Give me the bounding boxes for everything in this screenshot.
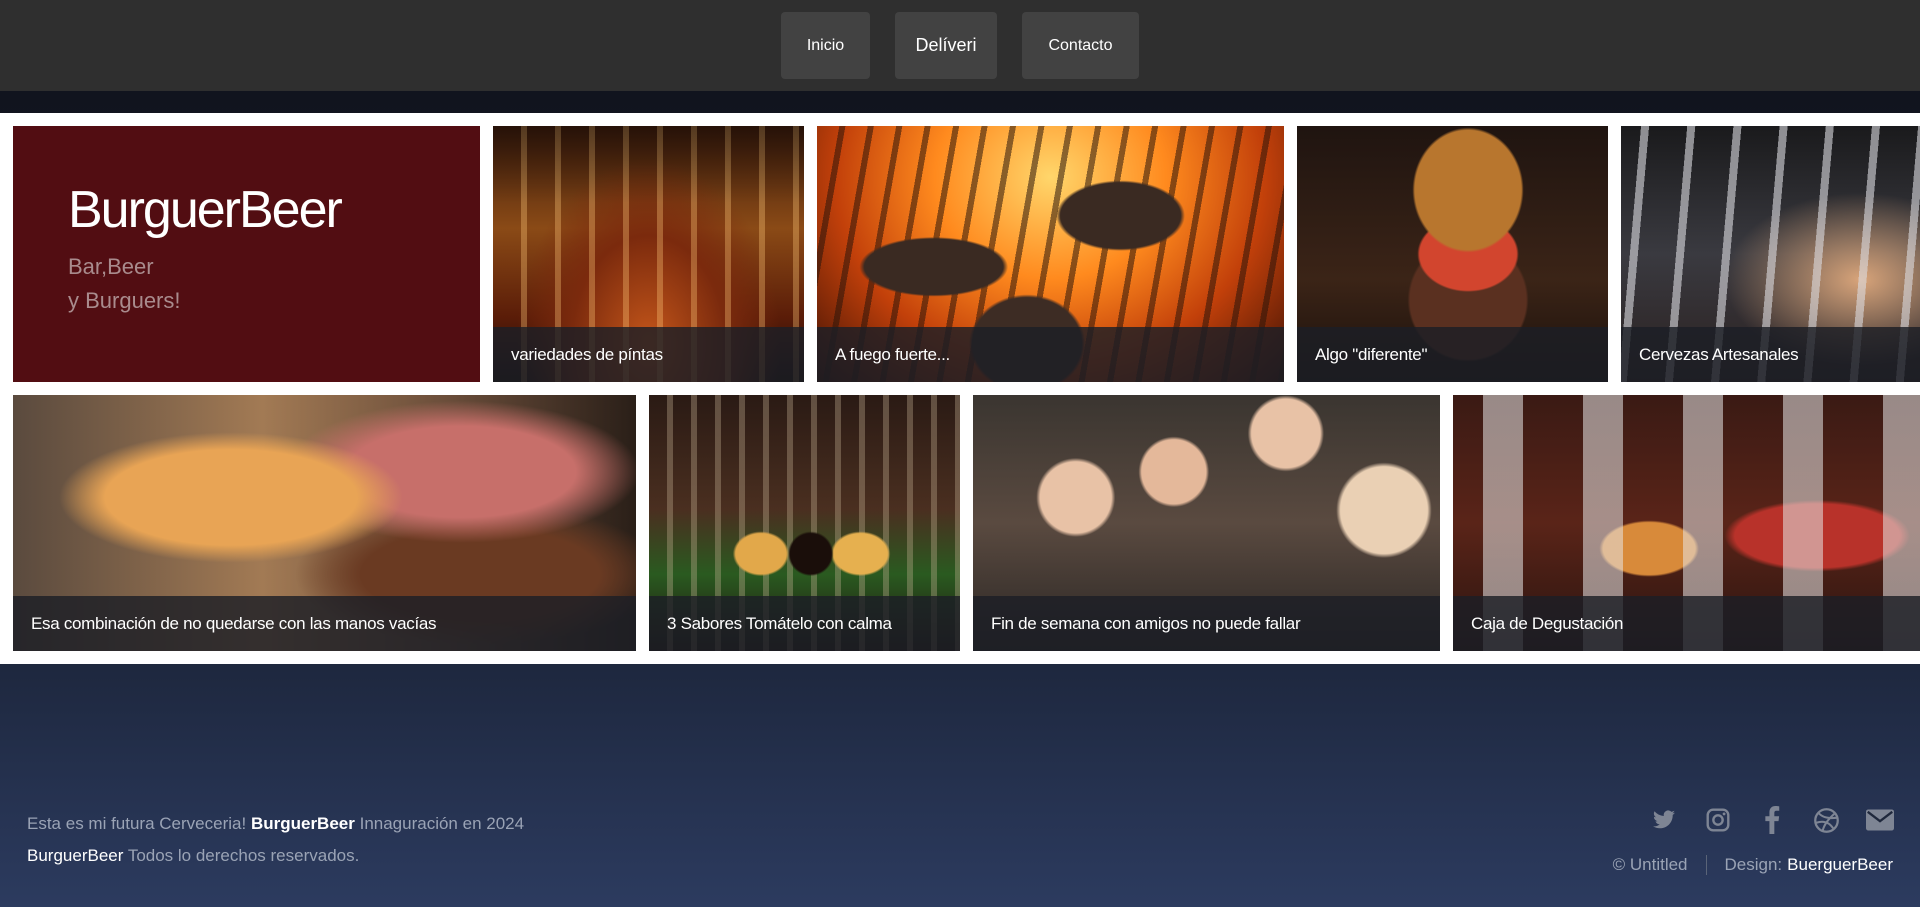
designer-name[interactable]: BuerguerBeer [1787, 855, 1893, 875]
brand-subtitle-line1: Bar,Beer [68, 254, 154, 279]
facebook-icon[interactable] [1758, 806, 1786, 834]
gallery-tile-pints[interactable]: variedades de píntas [493, 126, 804, 382]
nav-contacto-button[interactable]: Contacto [1022, 12, 1139, 79]
footer-divider [1705, 855, 1707, 875]
dribbble-icon[interactable] [1812, 806, 1840, 834]
brand-subtitle: Bar,Beer y Burguers! [68, 250, 480, 318]
gallery-tile-three-flavors[interactable]: 3 Sabores Tomátelo con calma [649, 395, 960, 651]
footer-line2-suffix: Todos lo derechos reservados. [127, 846, 360, 865]
nav-inicio-button[interactable]: Inicio [781, 12, 870, 79]
gallery-tile-fire[interactable]: A fuego fuerte... [817, 126, 1284, 382]
footer-line1-brand: BurguerBeer [250, 814, 355, 833]
gallery-tile-burger[interactable]: Algo "diferente" [1297, 126, 1608, 382]
tile-caption: Cervezas Artesanales [1621, 327, 1920, 382]
tile-caption: A fuego fuerte... [817, 327, 1284, 382]
footer-line-1: Esta es mi futura Cerveceria! BurguerBee… [27, 808, 524, 840]
top-navigation: Inicio Delíveri Contacto [0, 0, 1920, 91]
tile-caption: variedades de píntas [493, 327, 804, 382]
tile-caption: Caja de Degustación [1453, 596, 1920, 651]
design-label: Design: [1724, 855, 1783, 874]
gallery-tile-friends[interactable]: Fin de semana con amigos no puede fallar [973, 395, 1440, 651]
tile-caption: Algo "diferente" [1297, 327, 1608, 382]
social-links [1650, 806, 1894, 834]
brand-subtitle-line2: y Burguers! [68, 288, 181, 313]
email-icon[interactable] [1866, 806, 1894, 834]
brand-panel: BurguerBeer Bar,Beer y Burguers! [13, 126, 480, 382]
photo-gallery: BurguerBeer Bar,Beer y Burguers! varieda… [0, 113, 1920, 664]
tile-caption: 3 Sabores Tomátelo con calma [649, 596, 960, 651]
footer-line2-brand: BurguerBeer [27, 846, 124, 865]
copyright-text: © Untitled [1612, 855, 1688, 874]
footer-line1-suffix: Innaguración en 2024 [359, 814, 525, 833]
brand-title: BurguerBeer [68, 181, 343, 239]
gallery-tile-combo[interactable]: Esa combinación de no quedarse con las m… [13, 395, 636, 651]
footer-line-2: BurguerBeer Todos lo derechos reservados… [27, 840, 524, 872]
instagram-icon[interactable] [1704, 806, 1732, 834]
footer-line1-prefix: Esta es mi futura Cerveceria! [27, 814, 247, 833]
tile-caption: Fin de semana con amigos no puede fallar [973, 596, 1440, 651]
footer-credits: © Untitled Design: BuerguerBeer [1613, 855, 1893, 875]
twitter-icon[interactable] [1650, 806, 1678, 834]
nav-deliveri-button[interactable]: Delíveri [895, 12, 997, 79]
tile-caption: Esa combinación de no quedarse con las m… [13, 596, 636, 651]
footer-info: Esta es mi futura Cerveceria! BurguerBee… [27, 808, 524, 872]
gallery-tile-tasting-box[interactable]: Caja de Degustación [1453, 395, 1920, 651]
gallery-tile-craft-beers[interactable]: Cervezas Artesanales [1621, 126, 1920, 382]
